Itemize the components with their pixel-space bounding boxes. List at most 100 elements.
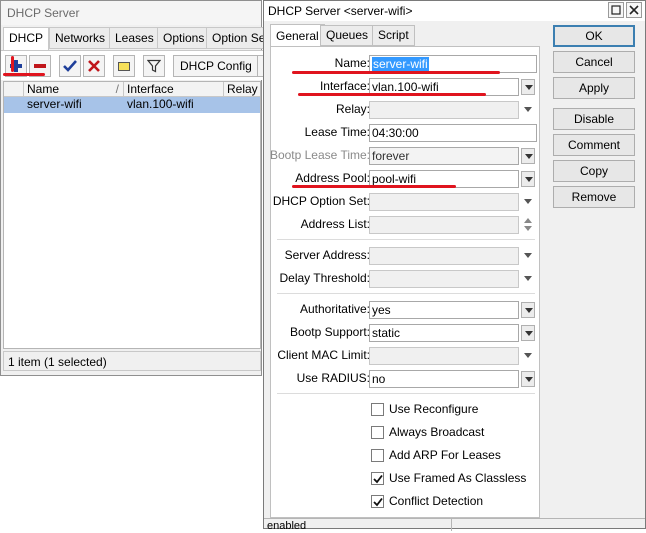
dhcp-config-button[interactable]: DHCP Config bbox=[173, 55, 259, 77]
client-mac-limit-field[interactable] bbox=[369, 347, 519, 365]
column-relay[interactable]: Relay bbox=[224, 82, 264, 97]
annotation-underline-address-pool bbox=[292, 185, 456, 188]
column-name-label: Name bbox=[27, 82, 60, 96]
conflict-detection-box[interactable] bbox=[371, 495, 384, 508]
client-mac-limit-row: Client MAC Limit: bbox=[271, 347, 541, 365]
tab-leases[interactable]: Leases bbox=[109, 27, 160, 49]
checkmark-icon bbox=[373, 474, 383, 484]
x-icon bbox=[88, 60, 100, 72]
address-pool-dropdown-button[interactable] bbox=[521, 171, 535, 187]
tab-options[interactable]: Options bbox=[157, 27, 211, 49]
use-radius-dropdown-button[interactable] bbox=[521, 371, 535, 387]
always-broadcast-label: Always Broadcast bbox=[389, 425, 485, 439]
row-interface: vlan.100-wifi bbox=[127, 97, 194, 111]
always-broadcast-box[interactable] bbox=[371, 426, 384, 439]
disable-button[interactable]: Disable bbox=[553, 108, 635, 130]
column-name[interactable]: Name / bbox=[24, 82, 124, 97]
window-title: DHCP Server bbox=[1, 1, 261, 25]
relay-row: Relay: bbox=[271, 101, 541, 119]
comment-button[interactable] bbox=[113, 55, 135, 77]
delay-threshold-dropdown-button[interactable] bbox=[521, 271, 535, 287]
interface-dropdown-button[interactable] bbox=[521, 79, 535, 95]
annotation-underline-interface bbox=[298, 93, 486, 96]
dhcp-option-set-field[interactable] bbox=[369, 193, 519, 211]
server-address-row: Server Address: bbox=[271, 247, 541, 265]
filter-icon bbox=[147, 59, 161, 73]
dialog-status-bar: enabled bbox=[264, 518, 645, 532]
server-address-label: Server Address: bbox=[284, 248, 370, 262]
add-arp-for-leases-label: Add ARP For Leases bbox=[389, 448, 501, 462]
use-reconfigure-box[interactable] bbox=[371, 403, 384, 416]
minus-icon bbox=[34, 64, 46, 68]
remove-button[interactable]: Remove bbox=[553, 186, 635, 208]
bootp-support-label: Bootp Support: bbox=[289, 325, 370, 339]
use-radius-select[interactable]: no bbox=[369, 370, 519, 388]
authoritative-dropdown-button[interactable] bbox=[521, 302, 535, 318]
server-address-dropdown-button[interactable] bbox=[521, 248, 535, 264]
close-button[interactable] bbox=[626, 2, 642, 18]
use-framed-as-classless-label: Use Framed As Classless bbox=[389, 471, 527, 485]
dhcp-option-set-dropdown-button[interactable] bbox=[521, 194, 535, 210]
name-label: Name: bbox=[334, 56, 370, 70]
tab-script[interactable]: Script bbox=[372, 25, 415, 46]
divider bbox=[277, 293, 535, 294]
dhcp-option-set-label: DHCP Option Set: bbox=[272, 194, 370, 208]
disable-button[interactable] bbox=[83, 55, 105, 77]
use-radius-row: Use RADIUS: no bbox=[271, 370, 541, 388]
use-radius-label: Use RADIUS: bbox=[296, 371, 370, 385]
copy-button[interactable]: Copy bbox=[553, 160, 635, 182]
server-address-field[interactable] bbox=[369, 247, 519, 265]
address-list-label: Address List: bbox=[300, 217, 370, 231]
general-panel: Name: server-wifi Interface: vlan.100-wi… bbox=[270, 46, 540, 518]
relay-dropdown-button[interactable] bbox=[521, 102, 535, 118]
tab-networks[interactable]: Networks bbox=[49, 27, 112, 49]
tab-queues[interactable]: Queues bbox=[320, 25, 375, 46]
dialog-title-bar[interactable]: DHCP Server <server-wifi> bbox=[264, 1, 645, 21]
address-list-updown-icon[interactable] bbox=[521, 216, 535, 234]
annotation-underline-toolbar bbox=[3, 73, 45, 76]
status-cell bbox=[452, 519, 645, 531]
dhcp-tabs: DHCP Networks Leases Options Option Set bbox=[1, 27, 275, 51]
delay-threshold-field[interactable] bbox=[369, 270, 519, 288]
bootp-support-row: Bootp Support: static bbox=[271, 324, 541, 342]
tab-general[interactable]: General bbox=[270, 24, 325, 47]
table-header: Name / Interface Relay bbox=[4, 82, 260, 97]
ok-button[interactable]: OK bbox=[553, 25, 635, 47]
name-value: server-wifi bbox=[372, 57, 429, 71]
annotation-underline-name bbox=[292, 71, 500, 74]
apply-button[interactable]: Apply bbox=[553, 77, 635, 99]
dhcp-option-set-row: DHCP Option Set: bbox=[271, 193, 541, 211]
status-bar: 1 item (1 selected) bbox=[3, 351, 261, 371]
cancel-button[interactable]: Cancel bbox=[553, 51, 635, 73]
lease-time-field[interactable]: 04:30:00 bbox=[369, 124, 537, 142]
delay-threshold-label: Delay Threshold: bbox=[279, 271, 371, 285]
lease-time-label: Lease Time: bbox=[304, 125, 370, 139]
tab-dhcp[interactable]: DHCP bbox=[3, 27, 50, 51]
authoritative-select[interactable]: yes bbox=[369, 301, 519, 319]
relay-field[interactable] bbox=[369, 101, 519, 119]
address-pool-label: Address Pool: bbox=[295, 171, 370, 185]
bootp-support-select[interactable]: static bbox=[369, 324, 519, 342]
restore-button[interactable] bbox=[608, 2, 624, 18]
filter-button[interactable] bbox=[143, 55, 165, 77]
table-row[interactable]: server-wifi vlan.100-wifi bbox=[4, 97, 260, 113]
add-arp-for-leases-box[interactable] bbox=[371, 449, 384, 462]
dialog-title: DHCP Server <server-wifi> bbox=[268, 4, 413, 18]
comment-button[interactable]: Comment bbox=[553, 134, 635, 156]
check-icon bbox=[63, 60, 77, 72]
use-framed-as-classless-box[interactable] bbox=[371, 472, 384, 485]
bootp-lease-time-label: Bootp Lease Time: bbox=[269, 148, 370, 162]
bootp-lease-time-select[interactable]: forever bbox=[369, 147, 519, 165]
address-list-row: Address List: bbox=[271, 216, 541, 234]
enable-button[interactable] bbox=[59, 55, 81, 77]
bootp-support-dropdown-button[interactable] bbox=[521, 325, 535, 341]
bootp-lease-time-dropdown-button[interactable] bbox=[521, 148, 535, 164]
authoritative-row: Authoritative: yes bbox=[271, 301, 541, 319]
client-mac-limit-dropdown-button[interactable] bbox=[521, 348, 535, 364]
address-list-field[interactable] bbox=[369, 216, 519, 234]
dhcp-server-window: DHCP Server DHCP Networks Leases Options… bbox=[0, 0, 275, 376]
bootp-lease-time-row: Bootp Lease Time: forever bbox=[269, 147, 541, 165]
column-interface[interactable]: Interface bbox=[124, 82, 224, 97]
restore-icon bbox=[611, 5, 621, 15]
delay-threshold-row: Delay Threshold: bbox=[271, 270, 541, 288]
